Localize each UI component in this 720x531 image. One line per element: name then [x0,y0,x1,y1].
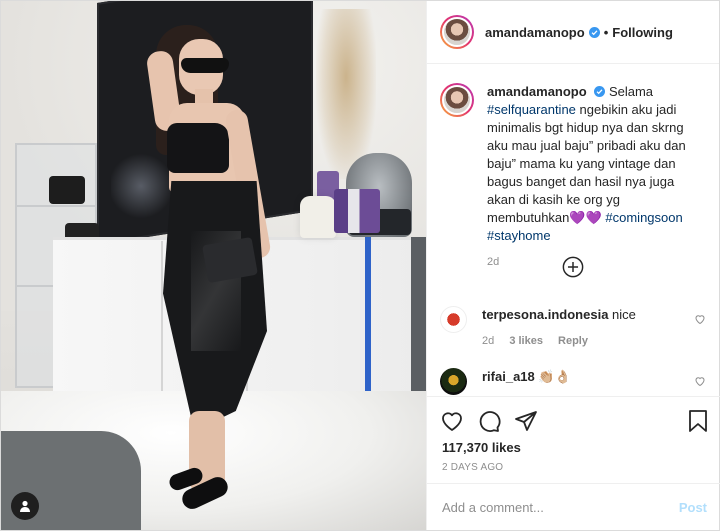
hashtag-link[interactable]: #selfquarantine [487,102,576,117]
photo-sunglasses [181,58,229,73]
caption-text: amandamanopo Selama #selfquarantine ngeb… [487,83,702,271]
comment-item: rifai_a18 👏🏼👌🏼 [440,368,710,395]
commenter-avatar[interactable] [440,306,467,333]
photo-lamp [300,196,336,238]
post-photo[interactable] [1,1,426,530]
hashtag-link[interactable]: #comingsoon [605,210,682,225]
bookmark-icon[interactable] [686,409,710,433]
comment-body: rifai_a18 👏🏼👌🏼 [482,368,682,395]
heart-icon[interactable] [694,313,706,325]
author-username[interactable]: amandamanopo [485,25,585,40]
post-header: amandamanopo • Following [427,1,719,64]
comments-section: amandamanopo Selama #selfquarantine ngeb… [427,65,720,395]
post-date[interactable]: 2 DAYS AGO [442,462,503,473]
caption-author-avatar[interactable] [440,83,474,117]
commenter-avatar[interactable] [440,368,467,395]
comment-meta: 2d 3 likes Reply [482,332,682,350]
comment-like-count[interactable]: 3 likes [509,335,543,347]
commenter-username[interactable]: terpesona.indonesia [482,307,608,322]
caption-author-avatar-image [442,85,472,115]
comment-icon[interactable] [477,409,501,433]
caption-username[interactable]: amandamanopo [487,84,587,99]
paper-plane-icon[interactable] [514,409,538,433]
verified-badge-icon [588,26,600,38]
following-button[interactable]: Following [612,25,673,40]
user-tag-icon[interactable] [11,492,39,520]
post-side-panel: amandamanopo • Following amandamanopo Se… [426,1,720,530]
post-comment-button[interactable]: Post [679,500,707,515]
photo-handbag [49,176,85,204]
plus-circle-icon[interactable] [562,256,584,278]
comment-text: nice [612,307,636,322]
photo-black-top [167,123,229,173]
heart-icon[interactable] [694,375,706,387]
caption-timestamp[interactable]: 2d [487,253,702,271]
caption-text-part: Selama [608,84,654,99]
comment-input[interactable] [442,499,679,515]
action-icons [440,409,538,433]
caption-text-part: ngebikin aku jadi minimalis bgt hidup ny… [487,102,686,225]
photo-candles [334,189,380,233]
comment-body: terpesona.indonesia nice 2d 3 likes Repl… [482,306,682,350]
user-tag-glyph [20,500,30,512]
like-count[interactable]: 117,370 likes [442,440,521,455]
verified-badge-icon [594,86,606,97]
author-avatar[interactable] [440,15,474,49]
comment-reply-button[interactable]: Reply [558,335,588,347]
post-actions: 117,370 likes 2 DAYS AGO Post [427,396,720,529]
caption: amandamanopo Selama #selfquarantine ngeb… [427,65,720,271]
heart-icon[interactable] [440,409,464,433]
photo-tv-reflection [111,151,171,221]
commenter-username[interactable]: rifai_a18 [482,369,535,384]
comment-item: terpesona.indonesia nice 2d 3 likes Repl… [440,306,710,350]
comment-timestamp[interactable]: 2d [482,335,494,347]
hashtag-link[interactable]: #stayhome [487,228,551,243]
header-separator-dot: • [603,24,609,40]
author-avatar-image [442,17,472,47]
comment-form: Post [427,483,720,530]
comment-text: 👏🏼👌🏼 [538,369,571,384]
instagram-post-modal: amandamanopo • Following amandamanopo Se… [0,0,720,531]
